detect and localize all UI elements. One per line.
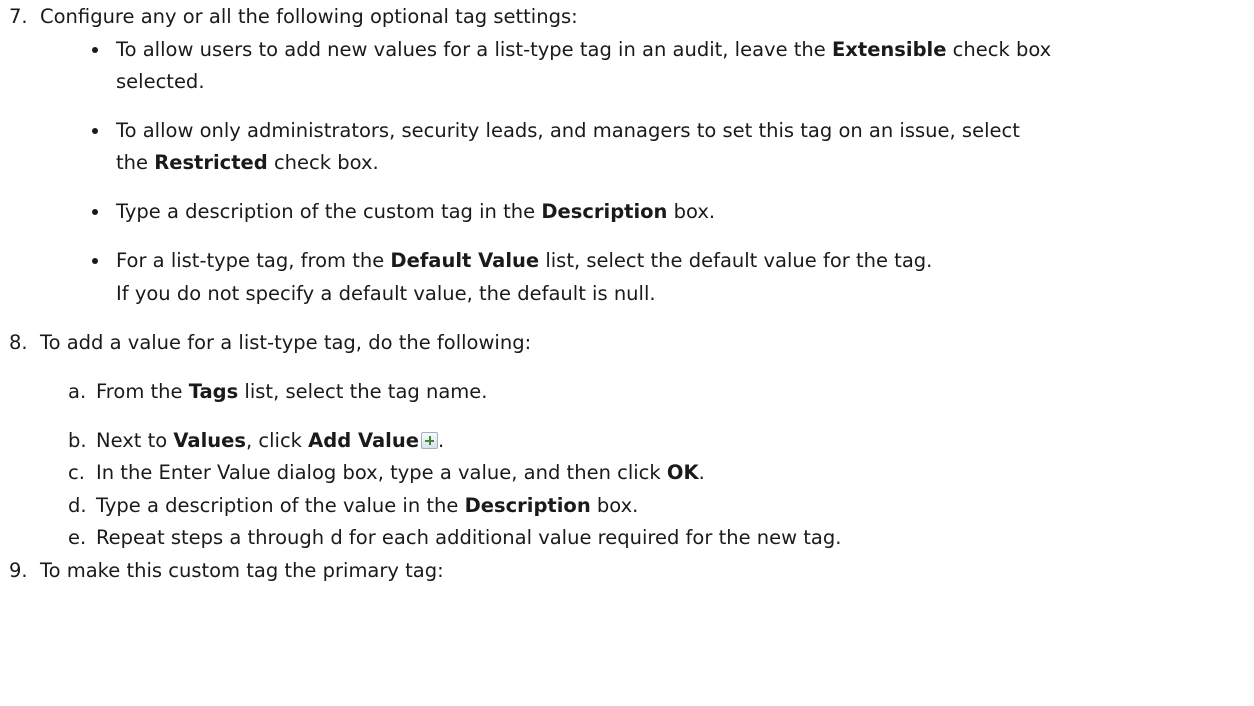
bullet-dot: [92, 128, 98, 134]
substep-text: Repeat steps a through d for each additi…: [96, 526, 842, 549]
step-number: 9.: [9, 559, 28, 582]
bullet-continuation: If you do not specify a default value, t…: [116, 282, 656, 305]
step-text: Configure any or all the following optio…: [40, 5, 578, 28]
step-text: To make this custom tag the primary tag:: [40, 559, 444, 582]
bullet-item: For a list-type tag, from the Default Va…: [116, 249, 933, 272]
bullet-dot: [92, 47, 98, 53]
step-number: 7.: [9, 5, 28, 28]
substep-letter: d.: [68, 494, 87, 517]
document-page: 7. Configure any or all the following op…: [0, 0, 1254, 706]
ui-term: Description: [464, 494, 591, 517]
ui-term: Restricted: [154, 151, 268, 174]
ui-term: Extensible: [831, 38, 947, 61]
step-text: To add a value for a list-type tag, do t…: [40, 331, 532, 354]
ui-term: Description: [541, 200, 668, 223]
add-value-icon: [420, 432, 438, 449]
bullet-dot: [92, 258, 98, 264]
bullet-dot: [92, 209, 98, 215]
ui-term: OK: [666, 461, 699, 484]
substep-letter: e.: [68, 526, 87, 549]
bullet-item: Type a description of the custom tag in …: [116, 200, 716, 223]
substep-letter: b.: [68, 429, 87, 452]
ui-term: Add Value: [308, 429, 419, 452]
step-number: 8.: [9, 331, 28, 354]
ui-term: Default Value: [390, 249, 540, 272]
bullet-item: To allow users to add new values for a l…: [116, 38, 1052, 61]
ui-term: Tags: [188, 380, 239, 403]
bullet-continuation: the Restricted check box.: [116, 151, 379, 174]
substep-letter: c.: [68, 461, 85, 484]
substep-letter: a.: [68, 380, 87, 403]
bullet-continuation: selected.: [116, 70, 205, 93]
ui-term: Values: [173, 429, 246, 452]
bullet-item: To allow only administrators, security l…: [116, 119, 1020, 142]
